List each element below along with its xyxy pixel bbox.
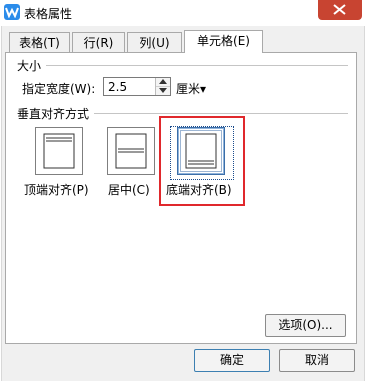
size-group-divider bbox=[46, 65, 348, 66]
align-center-icon bbox=[115, 133, 147, 169]
size-group-title: 大小 bbox=[17, 57, 42, 74]
width-stepper[interactable]: 2.5 bbox=[103, 77, 171, 96]
options-button[interactable]: 选项(O)... bbox=[265, 314, 346, 337]
wps-logo-icon bbox=[4, 4, 20, 20]
title-bar: 表格属性 bbox=[0, 0, 366, 26]
decrement-button[interactable] bbox=[156, 87, 170, 95]
tab-cell[interactable]: 单元格(E) bbox=[184, 30, 263, 53]
close-icon bbox=[333, 4, 346, 15]
valign-group-divider bbox=[94, 113, 348, 114]
width-label: 指定宽度(W): bbox=[22, 82, 96, 96]
stepper-buttons bbox=[155, 78, 170, 95]
ok-button[interactable]: 确定 bbox=[194, 349, 270, 372]
highlight-annotation bbox=[159, 116, 245, 206]
unit-dropdown[interactable]: 厘米▾ bbox=[176, 80, 206, 97]
tab-column[interactable]: 列(U) bbox=[127, 32, 182, 52]
align-top-button[interactable] bbox=[35, 127, 83, 175]
tab-row[interactable]: 行(R) bbox=[72, 32, 125, 52]
align-top-label: 顶端对齐(P) bbox=[24, 183, 89, 197]
cancel-button[interactable]: 取消 bbox=[279, 349, 355, 372]
arrow-down-icon bbox=[159, 88, 167, 93]
align-center-label: 居中(C) bbox=[108, 183, 150, 197]
width-input[interactable]: 2.5 bbox=[108, 80, 127, 94]
align-center-button[interactable] bbox=[107, 127, 155, 175]
window-title: 表格属性 bbox=[24, 7, 73, 21]
valign-group-title: 垂直对齐方式 bbox=[17, 105, 90, 122]
arrow-up-icon bbox=[159, 79, 167, 84]
align-top-icon bbox=[43, 133, 75, 169]
table-properties-dialog: 表格属性 表格(T) 行(R) 列(U) 单元格(E) 大小 指定宽度(W): … bbox=[0, 0, 366, 384]
close-button[interactable] bbox=[318, 0, 362, 20]
tab-table[interactable]: 表格(T) bbox=[9, 32, 70, 52]
increment-button[interactable] bbox=[156, 78, 170, 87]
